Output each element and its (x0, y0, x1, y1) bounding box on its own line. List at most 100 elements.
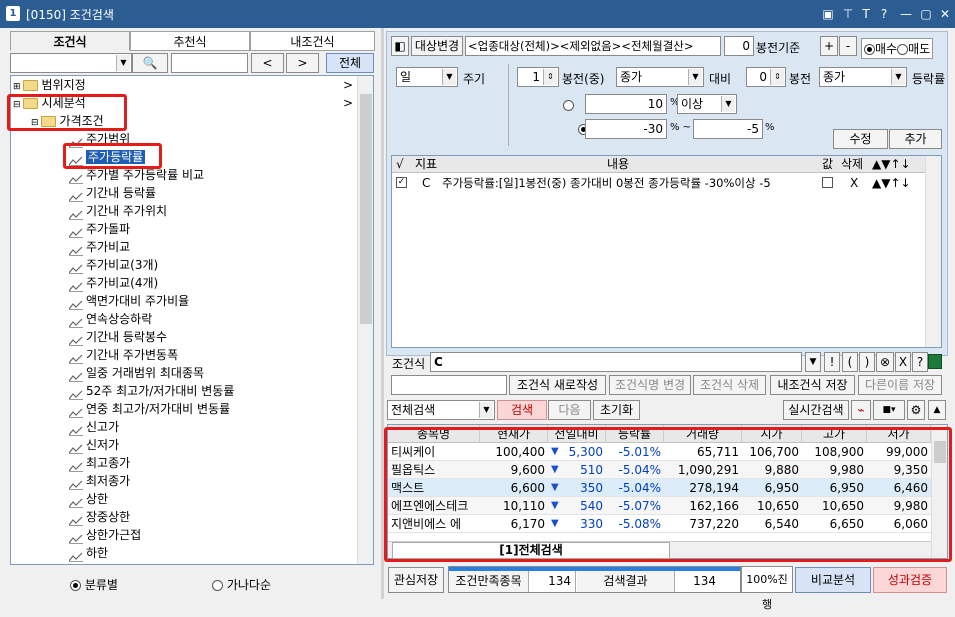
layout-icon[interactable]: ▣ (820, 6, 836, 22)
col-header-name[interactable]: 종목명 (388, 425, 480, 443)
collapse-icon[interactable]: ⊟ (31, 118, 39, 128)
col-header-rate[interactable]: 등락률 (606, 425, 664, 443)
view-menu-button[interactable]: ■▾ (873, 400, 905, 420)
help-icon[interactable]: ? (876, 6, 892, 22)
tree-item[interactable]: ⊞ 범위지정 > (13, 76, 353, 94)
font-icon[interactable]: T (858, 6, 874, 22)
price1-combo[interactable]: 종가 ▼ (616, 67, 704, 87)
formula-not-button[interactable]: ! (824, 352, 840, 372)
opt1-value-input[interactable]: 10 (585, 94, 667, 114)
table-row[interactable]: 에프엔에스테크 10,110 ▼ 540 -5.07% 162,166 10,650 10,6… (388, 497, 931, 515)
col-header-diff[interactable]: 전일대비 (548, 425, 606, 443)
expand-icon[interactable]: ⊞ (13, 82, 21, 92)
results-scrollbar-thumb[interactable] (934, 441, 946, 463)
tab-conditions[interactable]: 조건식 (10, 31, 130, 51)
formula-close-paren-button[interactable]: ) (859, 352, 875, 372)
category-combo[interactable]: ▼ (10, 53, 132, 73)
tree-item[interactable]: 주가등락률 (13, 148, 353, 166)
table-row[interactable]: 티씨케이 100,400 ▼ 5,300 -5.01% 65,711 106,700 108,… (388, 443, 931, 461)
splitter[interactable] (381, 28, 384, 599)
plus-button[interactable]: + (820, 36, 838, 56)
tree-scrollbar-thumb[interactable] (360, 94, 372, 324)
spinner-icon[interactable]: ⇕ (543, 69, 557, 85)
tree-item[interactable]: 연속상승하락 (13, 310, 353, 328)
edit-button[interactable]: 수정 (833, 129, 888, 149)
tree-item[interactable]: 주가비교(3개) (13, 256, 353, 274)
tree-scrollbar[interactable] (357, 76, 373, 564)
compare-analysis-button[interactable]: 비교분석 (795, 567, 871, 593)
opt1-compare-combo[interactable]: 이상 ▼ (677, 94, 737, 114)
price2-combo[interactable]: 종가 ▼ (819, 67, 907, 87)
condition-row[interactable]: ✓ C 주가등락률:[일]1봉전(중) 종가대비 0봉전 종가등락률 -30%이… (392, 174, 941, 192)
opt2-from-input[interactable]: -30 (585, 119, 667, 139)
delete-icon[interactable]: X (850, 174, 858, 192)
save-as-button[interactable]: 다른이름 저장 (858, 375, 942, 395)
chevron-right-icon[interactable]: > (343, 76, 353, 94)
condition-scrollbar[interactable] (925, 156, 941, 347)
move-icons[interactable]: ▲▼↑↓ (872, 174, 911, 192)
formula-help-button[interactable]: ? (912, 352, 928, 372)
tree-item[interactable]: 일중 거래범위 최대종목 (13, 364, 353, 382)
radio-by-category[interactable]: 분류별 (70, 576, 118, 593)
table-row[interactable]: 지앤비에스 에 6,170 ▼ 330 -5.08% 737,220 6,540 6,650 6… (388, 515, 931, 533)
target-change-button[interactable]: 대상변경 (411, 36, 463, 56)
tree-item[interactable]: 기간내 등락봉수 (13, 328, 353, 346)
period-combo[interactable]: 일 ▼ (396, 67, 458, 87)
opt1-radio[interactable] (563, 100, 574, 111)
collapse-up-icon[interactable]: ▲ (928, 400, 946, 420)
prev-button[interactable]: < (251, 53, 284, 73)
reset-button[interactable]: 초기화 (593, 400, 640, 420)
tree-item[interactable]: 상한 (13, 490, 353, 508)
new-condition-button[interactable]: 조건식 새로작성 (509, 375, 606, 395)
maximize-icon[interactable]: ▢ (918, 6, 934, 22)
tree-item[interactable]: 최고종가 (13, 454, 353, 472)
tree-item[interactable]: 기간내 등락률 (13, 184, 353, 202)
col-header-vol[interactable]: 거래량 (664, 425, 742, 443)
sell-radio[interactable]: 매도 (897, 42, 930, 56)
tree-item[interactable]: 하한 (13, 544, 353, 562)
search-scope-combo[interactable]: 전체검색 ▼ (387, 400, 495, 420)
tree-item[interactable]: 기간내 주가변동폭 (13, 346, 353, 364)
table-row[interactable]: 맥스트 6,600 ▼ 350 -5.04% 278,194 6,950 6,950 6,460 (388, 479, 931, 497)
radio-alphabetical[interactable]: 가나다순 (212, 576, 271, 593)
tree-item[interactable]: ⊟ 가격조건 (13, 112, 353, 130)
tree-item[interactable]: 액면가대비 주가비율 (13, 292, 353, 310)
col-header-open[interactable]: 시가 (742, 425, 802, 443)
pin-icon[interactable]: ⊤ (840, 6, 856, 22)
formula-input[interactable]: C (430, 352, 802, 372)
col-header-price[interactable]: 현재가 (480, 425, 548, 443)
performance-check-button[interactable]: 성과검증 (873, 567, 947, 593)
formula-open-paren-button[interactable]: ( (842, 352, 858, 372)
tree-item[interactable]: 기간내 주가위치 (13, 202, 353, 220)
minimize-icon[interactable]: — (898, 6, 914, 22)
realtime-search-button[interactable]: 실시간검색 (783, 400, 849, 420)
formula-xor-button[interactable]: ⊗ (876, 352, 894, 372)
condition-name-input[interactable] (391, 375, 507, 395)
condition-checkbox[interactable]: ✓ (396, 177, 407, 188)
tree-item[interactable]: 주가비교 (13, 238, 353, 256)
next-button[interactable]: > (286, 53, 319, 73)
value-checkbox[interactable] (822, 177, 833, 188)
save-watchlist-button[interactable]: 관심저장 (388, 567, 444, 593)
tree-item[interactable]: 신고가 (13, 418, 353, 436)
col-header-low[interactable]: 저가 (867, 425, 931, 443)
col-header-high[interactable]: 고가 (802, 425, 867, 443)
base-bong-input[interactable]: 0 (724, 36, 754, 56)
search-run-button[interactable]: 검색 (497, 400, 547, 420)
tree-item[interactable]: 52주 최고가/저가대비 변동률 (13, 382, 353, 400)
buy-radio[interactable]: 매수 (864, 42, 897, 56)
excel-icon[interactable] (928, 354, 942, 369)
tree-item[interactable]: 주가별 주가등락률 비교 (13, 166, 353, 184)
chevron-right-icon[interactable]: > (343, 94, 353, 112)
close-icon[interactable]: ✕ (937, 6, 953, 22)
tree-item[interactable]: 주가돌파 (13, 220, 353, 238)
formula-clear-button[interactable]: X (895, 352, 911, 372)
formula-dropdown-button[interactable]: ▼ (805, 352, 821, 372)
next-page-button[interactable]: 다음 (548, 400, 591, 420)
save-my-condition-button[interactable]: 내조건식 저장 (770, 375, 855, 395)
tab-recommended[interactable]: 추천식 (130, 31, 250, 51)
search-button[interactable]: 🔍 (132, 53, 168, 73)
tab-all-search[interactable]: [1]전체검색 (392, 542, 670, 559)
tree-item[interactable]: ⊟ 시세분석 > (13, 94, 353, 112)
tree-item[interactable]: 신저가 (13, 436, 353, 454)
